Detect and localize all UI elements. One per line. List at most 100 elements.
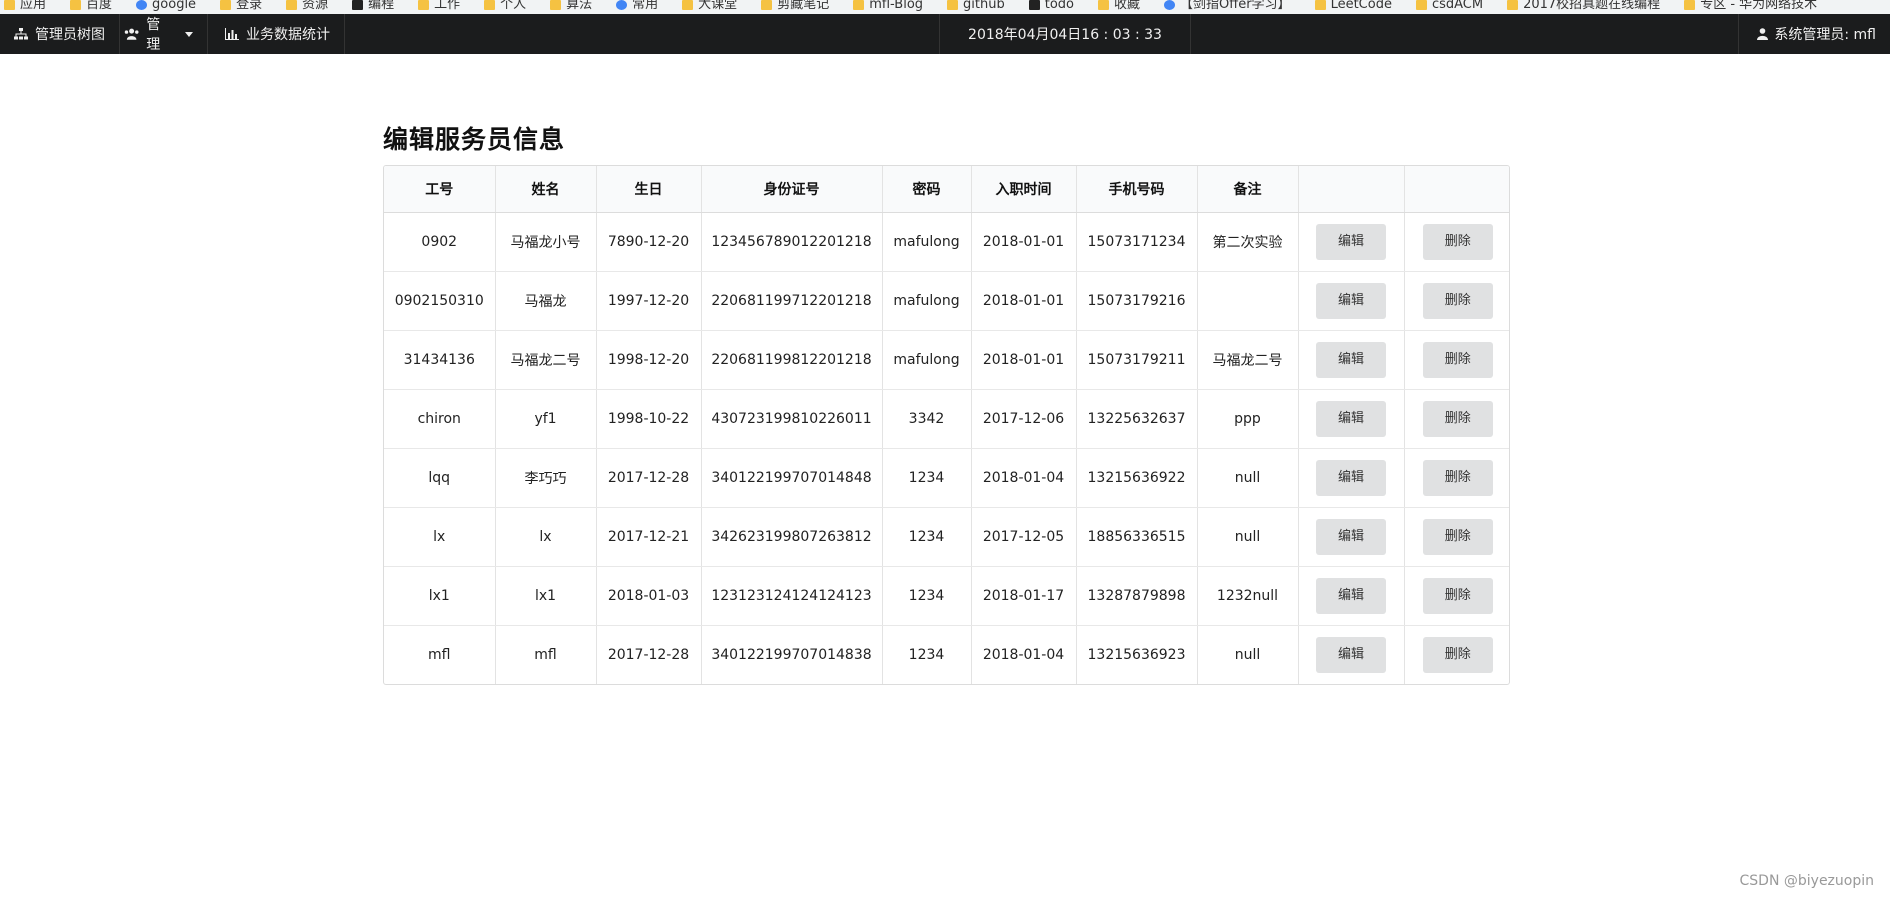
table-cell: 13225632637 <box>1076 389 1198 449</box>
table-cell: 2018-01-01 <box>971 212 1077 272</box>
bookmark-item[interactable]: 收藏 <box>1094 0 1140 12</box>
action-cell: 编辑 <box>1298 507 1405 567</box>
table-cell: 2018-01-04 <box>971 448 1077 508</box>
table-cell: 123123124124124123 <box>701 566 883 626</box>
bar-chart-icon <box>225 28 239 40</box>
table-cell: 13287879898 <box>1076 566 1198 626</box>
delete-button[interactable]: 删除 <box>1422 636 1493 673</box>
table-cell: lx <box>495 507 597 567</box>
table-cell: 15073171234 <box>1076 212 1198 272</box>
edit-button[interactable]: 编辑 <box>1316 459 1386 496</box>
action-cell: 删除 <box>1404 389 1509 449</box>
table-cell: 15073179211 <box>1076 330 1198 390</box>
column-header: 姓名 <box>495 166 597 213</box>
bookmark-label: 登录 <box>236 0 263 12</box>
bookmark-item[interactable]: 登录 <box>216 0 262 12</box>
action-cell: 删除 <box>1404 507 1509 567</box>
bookmark-item[interactable]: LeetCode <box>1311 0 1392 12</box>
delete-button[interactable]: 删除 <box>1422 223 1493 260</box>
edit-button[interactable]: 编辑 <box>1316 341 1386 378</box>
table-cell: 马福龙小号 <box>495 212 597 272</box>
bookmark-item[interactable]: 编程 <box>348 0 394 12</box>
column-header <box>1404 166 1509 213</box>
table-cell: null <box>1197 448 1299 508</box>
table-cell: 1232null <box>1197 566 1299 626</box>
bookmark-label: 个人 <box>500 0 527 12</box>
bookmark-label: 工作 <box>434 0 461 12</box>
edit-button[interactable]: 编辑 <box>1316 223 1386 260</box>
table-cell: mafulong <box>882 212 972 272</box>
bookmark-item[interactable]: csdACM <box>1412 0 1483 12</box>
edit-button[interactable]: 编辑 <box>1316 400 1386 437</box>
delete-button[interactable]: 删除 <box>1422 341 1493 378</box>
table-cell: 123456789012201218 <box>701 212 883 272</box>
bookmark-item[interactable]: mfl-Blog <box>849 0 923 12</box>
bookmark-item[interactable]: 应用 <box>0 0 46 12</box>
table-cell: mafulong <box>882 330 972 390</box>
edit-button[interactable]: 编辑 <box>1316 636 1386 673</box>
bookmark-label: google <box>152 0 197 12</box>
table-cell: mfl <box>495 625 597 684</box>
nav-manage-label: 管理 <box>146 17 161 53</box>
bookmark-item[interactable]: 【剑指Offer学习】 <box>1160 0 1291 12</box>
action-cell: 编辑 <box>1298 271 1405 331</box>
bookmark-item[interactable]: 百度 <box>66 0 112 12</box>
chevron-down-icon <box>185 31 193 37</box>
delete-button[interactable]: 删除 <box>1422 577 1493 614</box>
bookmark-label: csdACM <box>1431 0 1484 12</box>
action-cell: 删除 <box>1404 566 1509 626</box>
action-cell: 编辑 <box>1298 566 1405 626</box>
edit-button[interactable]: 编辑 <box>1316 282 1386 319</box>
table-row: 31434136 马福龙二号 1998-12-20 22068119981220121… <box>384 330 1509 390</box>
bookmark-folder-icon <box>761 0 773 10</box>
table-cell: null <box>1197 625 1299 684</box>
nav-business-stats-label: 业务数据统计 <box>246 27 330 43</box>
bookmark-item[interactable]: 资源 <box>282 0 328 12</box>
bookmark-item[interactable]: google <box>132 0 196 12</box>
table-cell: lx1 <box>384 566 496 626</box>
nav-manage-dropdown[interactable]: 管理 <box>110 14 208 54</box>
bookmark-item[interactable]: 大课堂 <box>678 0 737 12</box>
table-cell: 13215636923 <box>1076 625 1198 684</box>
bookmark-item[interactable]: 剪藏笔记 <box>757 0 829 12</box>
bookmark-item[interactable]: 工作 <box>414 0 460 12</box>
table-cell: 220681199712201218 <box>701 271 883 331</box>
nav-admin-tree-label: 管理员树图 <box>35 27 105 43</box>
delete-button[interactable]: 删除 <box>1422 282 1493 319</box>
action-cell: 删除 <box>1404 330 1509 390</box>
nav-admin-tree[interactable]: 管理员树图 <box>0 14 120 54</box>
bookmark-label: 剪藏笔记 <box>777 0 830 12</box>
table-cell: 1998-10-22 <box>596 389 702 449</box>
table-cell: 2018-01-01 <box>971 271 1077 331</box>
user-menu[interactable]: 系统管理员: mfl <box>1738 14 1890 54</box>
table-cell: 1234 <box>882 566 972 626</box>
bookmark-folder-icon <box>1098 0 1109 10</box>
bookmark-item[interactable]: 2017校招真题在线编程 <box>1503 0 1660 12</box>
column-header: 生日 <box>596 166 702 213</box>
nav-business-stats[interactable]: 业务数据统计 <box>211 14 345 54</box>
bookmark-item[interactable]: 常用 <box>612 0 658 12</box>
bookmark-folder-icon <box>136 0 148 10</box>
delete-button[interactable]: 删除 <box>1422 518 1493 555</box>
bookmark-folder-icon <box>1164 0 1176 10</box>
waiter-table: 工号 姓名 生日 身份证号 密码 入职时间 手机号码 备注 0902 马福龙小号 7890-12-… <box>383 165 1510 685</box>
table-cell: lx <box>384 507 496 567</box>
edit-button[interactable]: 编辑 <box>1316 518 1386 555</box>
bookmark-item[interactable]: 个人 <box>480 0 526 12</box>
bookmark-item[interactable]: 算法 <box>546 0 592 12</box>
bookmark-label: github <box>963 0 1005 12</box>
table-cell: 220681199812201218 <box>701 330 883 390</box>
bookmark-label: 常用 <box>632 0 659 12</box>
table-cell: 1234 <box>882 507 972 567</box>
delete-button[interactable]: 删除 <box>1422 400 1493 437</box>
delete-button[interactable]: 删除 <box>1422 459 1493 496</box>
edit-button[interactable]: 编辑 <box>1316 577 1386 614</box>
bookmark-item[interactable]: 专区 - 华为网络技术 <box>1680 0 1817 12</box>
table-cell: 340122199707014838 <box>701 625 883 684</box>
action-cell: 编辑 <box>1298 389 1405 449</box>
bookmark-item[interactable]: github <box>943 0 1005 12</box>
table-cell: 2018-01-04 <box>971 625 1077 684</box>
table-header-row: 工号 姓名 生日 身份证号 密码 入职时间 手机号码 备注 <box>384 166 1509 213</box>
bookmark-item[interactable]: todo <box>1025 0 1074 12</box>
table-cell: 马福龙二号 <box>1197 330 1299 390</box>
